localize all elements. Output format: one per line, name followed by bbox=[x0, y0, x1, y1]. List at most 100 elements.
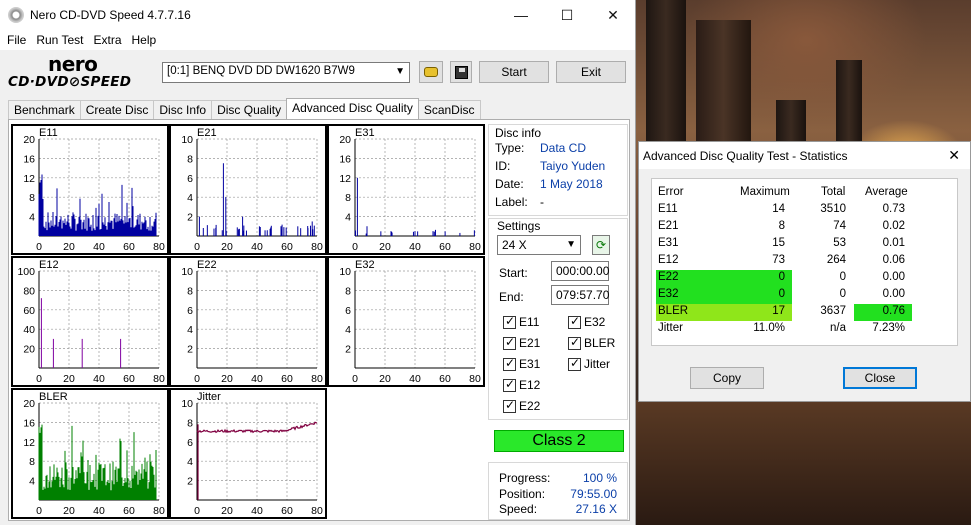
stats-row: E31 15 53 0.01 bbox=[652, 236, 959, 253]
logo-cd-dvd-speed: CD·DVD⊘SPEED bbox=[8, 74, 132, 90]
y-tick-label: 12 bbox=[23, 173, 35, 185]
class-badge: Class 2 bbox=[494, 430, 624, 452]
menu-extra[interactable]: Extra bbox=[88, 33, 126, 47]
progress-label: Progress: bbox=[499, 471, 551, 485]
chevron-down-icon: ▼ bbox=[566, 239, 576, 250]
tab-scandisc[interactable]: ScanDisc bbox=[417, 100, 481, 120]
graph-e31: E31 20 16 12 8 4 0 20 40 60 80 bbox=[327, 124, 485, 255]
y-tick-label: 8 bbox=[29, 192, 35, 204]
stats-total: 264 bbox=[826, 254, 846, 266]
drive-info-button[interactable] bbox=[419, 61, 443, 83]
graph-jitter: Jitter 10 8 6 4 2 0 20 40 60 80 bbox=[169, 388, 327, 519]
x-tick-label: 40 bbox=[409, 241, 421, 253]
speed-label: Speed: bbox=[499, 502, 538, 516]
menu-run-test[interactable]: Run Test bbox=[31, 33, 88, 47]
stats-average: 0.01 bbox=[882, 237, 905, 249]
speed-select[interactable]: 24 X ▼ bbox=[497, 235, 581, 255]
x-tick-label: 0 bbox=[352, 373, 358, 385]
dialog-close-icon[interactable]: ✕ bbox=[948, 147, 960, 164]
tab-advanced-disc-quality[interactable]: Advanced Disc Quality bbox=[286, 98, 419, 120]
graph-e11: E11 20 16 12 8 4 0 20 40 60 80 bbox=[11, 124, 169, 255]
x-tick-label: 80 bbox=[311, 241, 323, 253]
tab-disc-quality[interactable]: Disc Quality bbox=[211, 100, 288, 120]
checkbox-e12[interactable]: E12 bbox=[503, 377, 540, 392]
stats-maximum: 8 bbox=[778, 220, 785, 232]
graph-title: E21 bbox=[197, 127, 217, 139]
x-tick-label: 20 bbox=[63, 373, 75, 385]
menu-help[interactable]: Help bbox=[127, 33, 162, 47]
close-dialog-button[interactable]: Close bbox=[843, 367, 917, 389]
nero-logo: nero CD·DVD⊘SPEED bbox=[8, 52, 156, 90]
disc-info-group: Disc info Type: Data CD ID: Taiyo Yuden Da… bbox=[488, 124, 628, 216]
y-tick-label: 20 bbox=[23, 134, 35, 146]
checkbox-bler[interactable]: BLER bbox=[568, 335, 616, 350]
settings-title: Settings bbox=[497, 219, 541, 233]
checkbox-e31[interactable]: E31 bbox=[503, 356, 541, 371]
graph-title: E31 bbox=[355, 127, 375, 139]
stats-average: 0.00 bbox=[882, 288, 905, 300]
checkbox-e22[interactable]: E22 bbox=[503, 398, 540, 413]
id-label: ID: bbox=[495, 159, 511, 173]
close-button[interactable]: ✕ bbox=[590, 0, 636, 30]
x-tick-label: 20 bbox=[221, 373, 233, 385]
stats-row: E21 8 74 0.02 bbox=[652, 219, 959, 236]
x-tick-label: 40 bbox=[251, 241, 263, 253]
y-tick-label: 12 bbox=[339, 173, 351, 185]
y-tick-label: 80 bbox=[23, 285, 35, 297]
stats-error: E31 bbox=[658, 237, 679, 249]
y-tick-label: 2 bbox=[187, 212, 193, 224]
x-tick-label: 60 bbox=[123, 505, 135, 517]
tab-strip: Benchmark Create Disc Disc Info Disc Qua… bbox=[8, 98, 481, 120]
drive-select[interactable]: [0:1] BENQ DVD DD DW1620 B7W9 ▼ bbox=[162, 62, 410, 83]
tab-disc-info[interactable]: Disc Info bbox=[153, 100, 213, 120]
x-tick-label: 20 bbox=[379, 373, 391, 385]
start-button[interactable]: Start bbox=[479, 61, 549, 83]
id-value: Taiyo Yuden bbox=[540, 159, 606, 173]
checkbox-box bbox=[503, 398, 516, 413]
y-tick-label: 16 bbox=[339, 153, 351, 165]
copy-button[interactable]: Copy bbox=[690, 367, 764, 389]
checkbox-label: E31 bbox=[519, 357, 541, 371]
checkbox-box bbox=[503, 335, 516, 350]
tab-create-disc[interactable]: Create Disc bbox=[79, 100, 155, 120]
stats-error: Jitter bbox=[658, 322, 683, 334]
exit-button[interactable]: Exit bbox=[556, 61, 626, 83]
y-tick-label: 10 bbox=[181, 398, 193, 410]
stats-maximum: 14 bbox=[772, 203, 785, 215]
type-value: Data CD bbox=[540, 141, 587, 155]
stats-total: 0 bbox=[839, 288, 846, 300]
graph-bler: BLER 20 16 12 8 4 0 20 40 60 80 bbox=[11, 388, 169, 519]
drive-icon bbox=[424, 67, 438, 77]
maximize-button[interactable]: ☐ bbox=[544, 0, 590, 30]
stats-error: E12 bbox=[658, 254, 679, 266]
start-input[interactable]: 000:00.00 bbox=[551, 261, 609, 281]
x-tick-label: 40 bbox=[409, 373, 421, 385]
y-tick-label: 16 bbox=[23, 153, 35, 165]
x-tick-label: 40 bbox=[251, 373, 263, 385]
checkbox-box bbox=[503, 356, 516, 371]
save-button[interactable] bbox=[450, 61, 472, 83]
end-input[interactable]: 079:57.70 bbox=[551, 285, 609, 305]
x-tick-label: 80 bbox=[153, 241, 165, 253]
x-tick-label: 20 bbox=[63, 505, 75, 517]
checkbox-e11[interactable]: E11 bbox=[503, 314, 539, 329]
stats-row: Jitter 11.0% n/a 7.23% bbox=[652, 321, 959, 338]
stats-error: BLER bbox=[658, 305, 689, 317]
x-tick-label: 20 bbox=[379, 241, 391, 253]
stats-maximum: 15 bbox=[772, 237, 785, 249]
checkbox-label: BLER bbox=[584, 336, 616, 350]
y-tick-label: 8 bbox=[187, 417, 193, 429]
header-average: Average bbox=[865, 186, 908, 198]
y-tick-label: 10 bbox=[181, 266, 193, 278]
checkbox-jitter[interactable]: Jitter bbox=[568, 356, 610, 371]
checkbox-e32[interactable]: E32 bbox=[568, 314, 605, 329]
graph-e12: E12 100 80 60 40 20 0 20 40 60 80 bbox=[11, 256, 169, 387]
stats-row: E11 14 3510 0.73 bbox=[652, 202, 959, 219]
header-error: Error bbox=[658, 186, 684, 198]
checkbox-e21[interactable]: E21 bbox=[503, 335, 540, 350]
tab-benchmark[interactable]: Benchmark bbox=[8, 100, 81, 120]
minimize-button[interactable]: — bbox=[498, 0, 544, 30]
refresh-speed-button[interactable]: ⟳ bbox=[592, 235, 610, 255]
menu-file[interactable]: File bbox=[2, 33, 31, 47]
main-window: Nero CD-DVD Speed 4.7.7.16 — ☐ ✕ File Ru… bbox=[0, 0, 636, 525]
